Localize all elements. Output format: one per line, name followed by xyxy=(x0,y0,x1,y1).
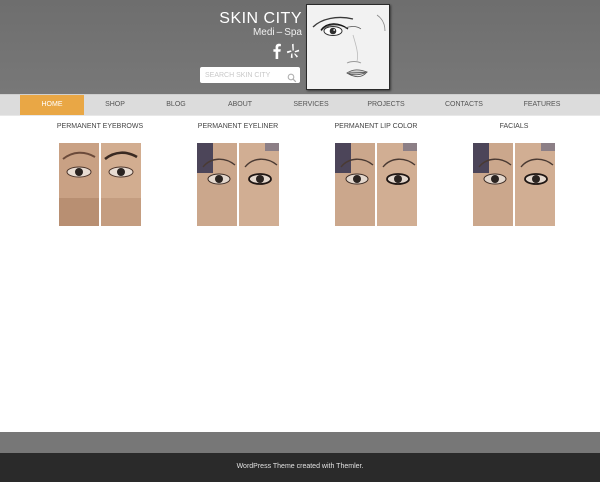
site-tagline: Medi – Spa xyxy=(252,27,302,38)
facebook-icon[interactable] xyxy=(270,43,284,59)
service-image-facials[interactable] xyxy=(473,143,555,226)
nav-item-shop[interactable]: SHOP xyxy=(84,95,146,115)
yelp-icon[interactable] xyxy=(286,43,300,59)
footer-credit[interactable]: WordPress Theme created with Themler. xyxy=(0,463,600,470)
site-title[interactable]: SKIN CITY xyxy=(210,10,302,28)
search-input[interactable] xyxy=(205,67,285,83)
face-sketch-logo[interactable] xyxy=(306,4,390,90)
service-image-eyeliner[interactable] xyxy=(197,143,279,226)
nav-item-home[interactable]: HOME xyxy=(20,95,84,115)
search-box xyxy=(200,67,300,83)
main-nav: HOME SHOP BLOG ABOUT SERVICES PROJECTS C… xyxy=(0,94,600,116)
search-icon[interactable] xyxy=(287,70,297,83)
nav-item-projects[interactable]: PROJECTS xyxy=(348,95,424,115)
nav-item-services[interactable]: SERVICES xyxy=(274,95,348,115)
service-title-eyebrows[interactable]: PERMANENT EYEBROWS xyxy=(40,123,160,130)
nav-item-features[interactable]: FEATURES xyxy=(504,95,580,115)
service-image-lip-color[interactable] xyxy=(335,143,417,226)
service-title-eyeliner[interactable]: PERMANENT EYELINER xyxy=(178,123,298,130)
nav-item-blog[interactable]: BLOG xyxy=(146,95,206,115)
nav-item-contacts[interactable]: CONTACTS xyxy=(424,95,504,115)
nav-item-about[interactable]: ABOUT xyxy=(206,95,274,115)
site-header: SKIN CITY Medi – Spa xyxy=(0,0,600,94)
service-image-eyebrows[interactable] xyxy=(59,143,141,226)
service-title-facials[interactable]: FACIALS xyxy=(454,123,574,130)
service-title-lip-color[interactable]: PERMANENT LIP COLOR xyxy=(316,123,436,130)
footer-band xyxy=(0,432,600,453)
